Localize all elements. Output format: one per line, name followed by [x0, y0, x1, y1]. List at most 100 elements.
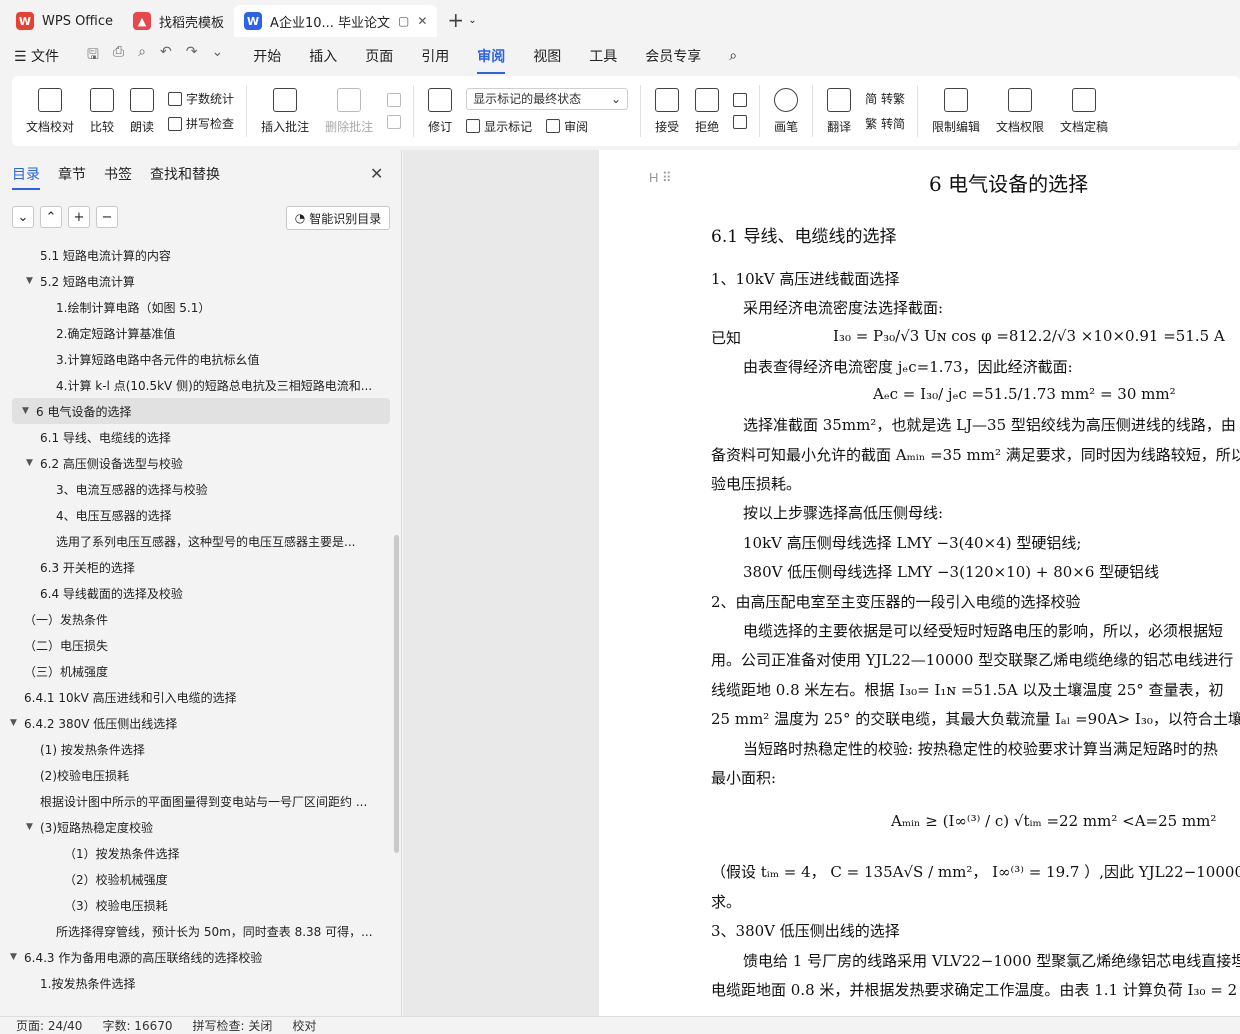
expand-arrow-icon[interactable]: ▼: [22, 406, 36, 416]
window-icon[interactable]: ▢: [398, 14, 409, 28]
accept-button[interactable]: 接受: [647, 79, 687, 143]
menu-home[interactable]: 开始: [253, 46, 281, 66]
menu-file[interactable]: ☰ 文件: [14, 46, 59, 66]
toc-item[interactable]: （一）发热条件: [0, 606, 392, 632]
menu-insert[interactable]: 插入: [309, 46, 337, 66]
next-change-button[interactable]: [733, 115, 748, 129]
proofread-status[interactable]: 校对: [292, 1017, 316, 1034]
drag-handle-icon[interactable]: H ⠿: [649, 170, 672, 186]
pen-button[interactable]: 画笔: [766, 79, 806, 143]
toc-item[interactable]: 1.绘制计算电路（如图 5.1）: [0, 294, 392, 320]
toc-item[interactable]: 所选择得穿管线，预计长为 50m，同时查表 8.38 可得，...: [0, 918, 392, 944]
toc-item[interactable]: 4、电压互感器的选择: [0, 502, 392, 528]
expand-arrow-icon[interactable]: ▼: [10, 718, 24, 728]
collapse-icon[interactable]: ⌃: [40, 206, 62, 228]
tab-document[interactable]: W A企业10... 毕业论文 ▢ ✕: [234, 5, 438, 37]
toc-item[interactable]: （3）校验电压损耗: [0, 892, 392, 918]
close-tab-icon[interactable]: ✕: [417, 14, 427, 28]
reject-button[interactable]: 拒绝: [687, 79, 727, 143]
toc-item[interactable]: （三）机械强度: [0, 658, 392, 684]
toc-item[interactable]: ▼ 6 电气设备的选择: [12, 398, 390, 424]
new-tab-icon[interactable]: +: [447, 8, 464, 32]
show-markup-button[interactable]: 显示标记: [466, 118, 532, 135]
chevron-down-icon[interactable]: ⌄: [468, 15, 476, 26]
doc-finalize-button[interactable]: 文档定稿: [1052, 79, 1116, 143]
markup-state-select[interactable]: 显示标记的最终状态 ⌄: [466, 87, 629, 110]
page-indicator[interactable]: 页面: 24/40: [16, 1017, 82, 1034]
toc-item[interactable]: 选用了系列电压互感器，这种型号的电压互感器主要是...: [0, 528, 392, 554]
menu-page[interactable]: 页面: [365, 46, 393, 66]
spell-check-button[interactable]: 拼写检查: [168, 115, 234, 132]
simp-to-trad-button[interactable]: 简 转繁: [865, 90, 905, 107]
toc-item[interactable]: （2）校验机械强度: [0, 866, 392, 892]
restrict-edit-button[interactable]: 限制编辑: [924, 79, 988, 143]
toc-item[interactable]: ▼ 6.4.3 作为备用电源的高压联络线的选择校验: [0, 944, 392, 970]
menu-view[interactable]: 视图: [533, 46, 561, 66]
toc-item[interactable]: 3、电流互感器的选择与校验: [0, 476, 392, 502]
more-chevron-icon[interactable]: ⌄: [211, 44, 223, 68]
tab-toc[interactable]: 目录: [12, 164, 40, 190]
toc-scrollbar[interactable]: [394, 535, 399, 853]
toc-item[interactable]: 3.计算短路电路中各元件的电抗标幺值: [0, 346, 392, 372]
word-count-button[interactable]: 字数统计: [168, 90, 234, 107]
menu-references[interactable]: 引用: [421, 46, 449, 66]
toc-item[interactable]: ▼ 6.4.2 380V 低压侧出线选择: [0, 710, 392, 736]
toc-item[interactable]: 5.1 短路电流计算的内容: [0, 242, 392, 268]
document-page[interactable]: H ⠿ 6 电气设备的选择 6.1 导线、电缆线的选择 1、10kV 高压进线截…: [599, 150, 1240, 1016]
permission-icon: [1008, 87, 1033, 112]
add-icon[interactable]: +: [68, 206, 90, 228]
tab-find-replace[interactable]: 查找和替换: [150, 164, 220, 184]
toc-item[interactable]: ▼ (3)短路热稳定度校验: [0, 814, 392, 840]
smart-toc-button[interactable]: ◔ 智能识别目录: [286, 206, 390, 230]
track-changes-button[interactable]: 修订: [420, 79, 460, 143]
compare-button[interactable]: 比较: [82, 79, 122, 143]
search-icon[interactable]: ⌕: [729, 48, 737, 64]
review-pane-button[interactable]: 审阅: [546, 118, 588, 135]
toc-item[interactable]: 6.3 开关柜的选择: [0, 554, 392, 580]
toc-item[interactable]: 6.4.1 10kV 高压进线和引入电缆的选择: [0, 684, 392, 710]
expand-arrow-icon[interactable]: ▼: [26, 822, 40, 832]
next-comment-button[interactable]: [387, 115, 402, 129]
menu-tools[interactable]: 工具: [589, 46, 617, 66]
toc-item[interactable]: 6.4 导线截面的选择及校验: [0, 580, 392, 606]
toc-item[interactable]: 2.确定短路计算基准值: [0, 320, 392, 346]
menu-review[interactable]: 审阅: [477, 46, 506, 74]
undo-icon[interactable]: ↶: [160, 44, 172, 68]
doc-check-button[interactable]: 文档校对: [18, 79, 82, 143]
redo-icon[interactable]: ↷: [186, 44, 198, 68]
prev-comment-button[interactable]: [387, 93, 402, 107]
save-icon[interactable]: 🖫: [87, 44, 99, 68]
tab-sections[interactable]: 章节: [58, 164, 86, 184]
spell-check-status[interactable]: 拼写检查: 关闭: [193, 1017, 273, 1034]
translate-button[interactable]: 翻译: [819, 79, 859, 143]
toc-item[interactable]: 1.按发热条件选择: [0, 970, 392, 996]
toc-item[interactable]: （二）电压损失: [0, 632, 392, 658]
print-preview-icon[interactable]: ⌕: [138, 44, 146, 68]
menu-member[interactable]: 会员专享: [645, 46, 701, 66]
expand-arrow-icon[interactable]: ▼: [10, 952, 24, 962]
read-aloud-button[interactable]: 朗读: [122, 79, 162, 143]
tab-template[interactable]: ▲ 找稻壳模板: [123, 5, 234, 37]
toc-item[interactable]: (1) 按发热条件选择: [0, 736, 392, 762]
toc-item[interactable]: ▼ 6.2 高压侧设备选型与校验: [0, 450, 392, 476]
delete-comment-button[interactable]: 删除批注: [317, 79, 381, 143]
expand-arrow-icon[interactable]: ▼: [26, 458, 40, 468]
toc-item[interactable]: 根据设计图中所示的平面图量得到变电站与一号厂区间距约 ...: [0, 788, 392, 814]
toc-item[interactable]: 6.1 导线、电缆线的选择: [0, 424, 392, 450]
print-icon[interactable]: ⎙: [113, 44, 124, 68]
remove-icon[interactable]: −: [96, 206, 118, 228]
insert-comment-button[interactable]: 插入批注: [253, 79, 317, 143]
toc-item[interactable]: ▼ 5.2 短路电流计算: [0, 268, 392, 294]
close-icon[interactable]: ✕: [370, 164, 383, 183]
toc-item[interactable]: （1）按发热条件选择: [0, 840, 392, 866]
toc-item[interactable]: (2)校验电压损耗: [0, 762, 392, 788]
tab-wps-office[interactable]: W WPS Office: [6, 5, 123, 37]
doc-permission-button[interactable]: 文档权限: [988, 79, 1052, 143]
word-count-status[interactable]: 字数: 16670: [102, 1017, 172, 1034]
prev-change-button[interactable]: [733, 93, 748, 107]
tab-bookmarks[interactable]: 书签: [104, 164, 132, 184]
trad-to-simp-button[interactable]: 繁 转简: [865, 115, 905, 132]
expand-arrow-icon[interactable]: ▼: [26, 276, 40, 286]
expand-icon[interactable]: ⌄: [12, 206, 34, 228]
toc-item[interactable]: 4.计算 k-l 点(10.5kV 侧)的短路总电抗及三相短路电流和...: [0, 372, 392, 398]
